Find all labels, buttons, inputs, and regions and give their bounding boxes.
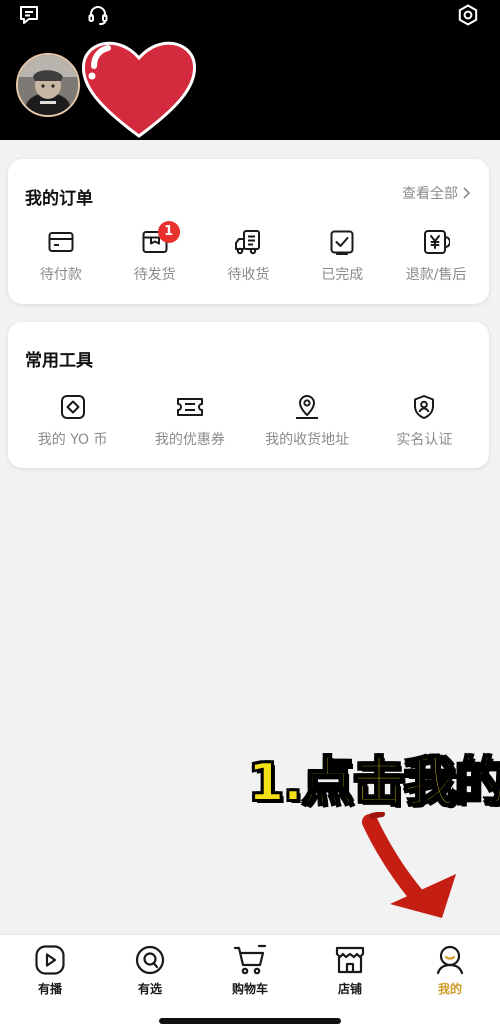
- wallet-icon: [46, 227, 76, 257]
- tool-address-label: 我的收货地址: [265, 432, 350, 448]
- tutorial-annotation: 1.点击我的: [247, 752, 500, 814]
- settings-icon[interactable]: [455, 2, 481, 28]
- tab-store-label: 店铺: [337, 982, 362, 996]
- tab-select-label: 有选: [137, 982, 162, 996]
- tab-live[interactable]: 有播: [5, 943, 95, 997]
- order-count-badge: 1: [157, 221, 180, 243]
- tab-select[interactable]: 有选: [105, 943, 195, 997]
- orders-card: 我的订单 查看全部 待付款 1 待发货 待收货 已完成 退款/售后: [8, 159, 489, 304]
- box-icon: 1: [140, 221, 180, 257]
- red-arrow-icon: [362, 812, 456, 918]
- tool-verification[interactable]: 实名认证: [376, 392, 472, 449]
- profile-header: [0, 0, 500, 140]
- tools-card: 常用工具 我的 YO 币 我的优惠券 我的收货地址 实名认证: [8, 322, 489, 468]
- store-icon: [333, 943, 367, 977]
- tab-profile-label: 我的: [437, 982, 462, 996]
- view-all-orders-link[interactable]: 查看全部: [402, 183, 471, 203]
- tab-cart[interactable]: 购物车: [205, 943, 295, 997]
- location-icon: [292, 392, 322, 422]
- tool-address[interactable]: 我的收货地址: [259, 392, 355, 449]
- heart-sticker: [81, 41, 197, 138]
- coupon-icon: [175, 392, 205, 422]
- check-icon: [327, 227, 357, 257]
- play-icon: [33, 943, 67, 977]
- order-pending-payment-label: 待付款: [39, 267, 82, 283]
- id-shield-icon: [409, 392, 439, 422]
- order-completed[interactable]: 已完成: [295, 227, 389, 284]
- order-pending-shipment-label: 待发货: [133, 267, 176, 283]
- search-q-icon: [133, 943, 167, 977]
- tool-verification-label: 实名认证: [396, 432, 453, 448]
- chevron-right-icon: [463, 187, 471, 199]
- tool-yo-coin-label: 我的 YO 币: [37, 432, 108, 448]
- tab-live-label: 有播: [37, 982, 62, 996]
- tool-yo-coin[interactable]: 我的 YO 币: [25, 392, 121, 449]
- tab-store[interactable]: 店铺: [305, 943, 395, 997]
- tab-cart-label: 购物车: [231, 982, 268, 996]
- order-pending-payment[interactable]: 待付款: [14, 227, 108, 284]
- view-all-label: 查看全部: [402, 186, 458, 202]
- order-pending-receipt[interactable]: 待收货: [202, 227, 296, 284]
- truck-icon: [233, 227, 263, 257]
- order-refund-label: 退款/售后: [405, 267, 467, 283]
- order-completed-label: 已完成: [321, 267, 364, 283]
- tool-coupons-label: 我的优惠券: [154, 432, 225, 448]
- profile-icon: [433, 943, 467, 977]
- order-pending-receipt-label: 待收货: [227, 267, 270, 283]
- cart-icon: [233, 943, 267, 977]
- home-indicator[interactable]: [159, 1018, 341, 1024]
- message-icon[interactable]: [16, 2, 42, 28]
- refund-icon: [421, 227, 451, 257]
- order-refund[interactable]: 退款/售后: [389, 227, 483, 284]
- tab-profile[interactable]: 我的: [405, 943, 495, 997]
- order-pending-shipment[interactable]: 1 待发货: [108, 221, 202, 284]
- tool-coupons[interactable]: 我的优惠券: [142, 392, 238, 449]
- tools-title: 常用工具: [25, 351, 93, 371]
- orders-title: 我的订单: [25, 189, 93, 209]
- avatar[interactable]: [16, 53, 80, 117]
- customer-service-icon[interactable]: [85, 2, 111, 28]
- coin-icon: [58, 392, 88, 422]
